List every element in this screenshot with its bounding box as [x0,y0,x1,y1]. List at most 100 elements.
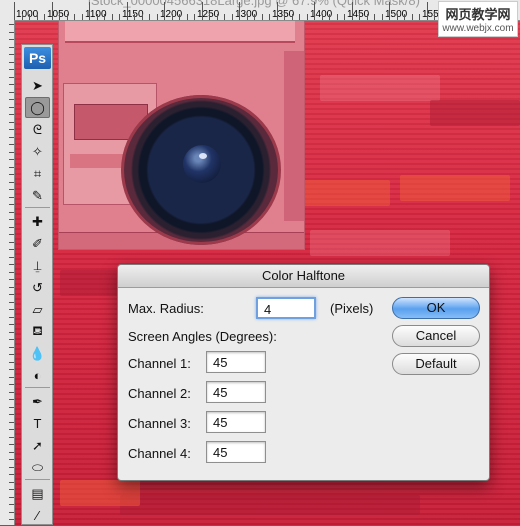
dialog-title: Color Halftone [261,268,346,283]
ruler-label: 1150 [122,9,144,20]
ruler-tick [381,14,383,20]
ruler-tick [9,241,14,243]
channel-1-label: Channel 1: [128,356,191,371]
ruler-tick [9,519,14,520]
eraser-tool-icon[interactable]: ▱ [25,299,50,320]
ruler-tick [396,14,398,20]
ruler-tick [9,354,14,355]
ruler-tick [426,2,428,20]
elliptical-marquee-tool-icon[interactable]: ◯ [25,97,50,118]
ruler-tick [269,14,270,20]
ruler-tick [434,14,435,20]
move-tool-icon[interactable]: ➤ [25,75,50,96]
crop-tool-icon[interactable]: ⌗ [25,163,50,184]
ruler-tick [246,14,248,20]
dialog-titlebar[interactable]: Color Halftone [118,265,489,288]
ruler-tick [299,14,300,20]
ruler-tick [9,301,14,303]
eyedropper-tool-icon[interactable]: ⁄ [25,505,50,526]
channel-2-input[interactable]: 45 [206,381,266,403]
ruler-tick [111,14,113,20]
path-selection-tool-icon[interactable]: ➚ [25,435,50,456]
ruler-tick [9,106,14,108]
healing-brush-tool-icon[interactable]: ✚ [25,211,50,232]
ruler-tick [344,14,345,20]
ruler-tick [9,54,14,55]
ruler-tick [9,399,14,400]
ruler-tick [366,14,368,20]
notes-tool-icon[interactable]: ▤ [25,483,50,504]
ruler-tick [9,466,14,468]
ruler-tick [119,14,120,20]
ruler-tick [9,346,14,348]
ruler-label: 1000 [16,9,39,20]
ruler-tick [9,376,14,378]
ruler-tick [194,14,195,20]
screen-angles-label: Screen Angles (Degrees): [128,329,277,344]
shape-tool-icon[interactable]: ⬭ [25,457,50,478]
ruler-tick [254,14,255,20]
ruler-tick [171,14,173,20]
tool-separator [25,479,50,480]
channel-3-input[interactable]: 45 [206,411,266,433]
channel-1-input[interactable]: 45 [206,351,266,373]
ruler-tick [411,14,413,20]
magic-wand-tool-icon[interactable]: ✧ [25,141,50,162]
ruler-tick [9,256,14,258]
ok-button[interactable]: OK [392,297,480,319]
ruler-tick [419,14,420,20]
ruler-tick [239,2,240,20]
channel-4-input[interactable]: 45 [206,441,266,463]
watermark-logo: 网页教学网 www.webjx.com [438,1,518,37]
cancel-button[interactable]: Cancel [392,325,480,347]
max-radius-input[interactable]: 4 [256,297,316,319]
type-tool-icon[interactable]: T [25,413,50,434]
ruler-tick [9,129,14,130]
ruler-tick [9,196,14,198]
ruler-tick [134,14,135,20]
ruler-tick [9,489,14,490]
brush-tool-icon[interactable]: ✐ [25,233,50,254]
ruler-tick [81,14,83,20]
ruler-tick [9,181,14,183]
ruler-tick [201,2,203,20]
slice-tool-icon[interactable]: ✎ [25,185,50,206]
ruler-tick [104,14,105,20]
ruler-tick [9,84,14,85]
ruler-tick [9,481,14,483]
history-brush-tool-icon[interactable]: ↺ [25,277,50,298]
ruler-tick [9,144,14,145]
ruler-tick [321,14,323,20]
ruler-tick [314,2,315,20]
left-ruler[interactable] [0,20,15,525]
clone-stamp-tool-icon[interactable]: ⍊ [25,255,50,276]
ruler-tick [284,14,285,20]
default-button[interactable]: Default [392,353,480,375]
ruler-tick [9,324,14,325]
ruler-tick [9,46,14,48]
ruler-tick [9,294,14,295]
ruler-tick [9,24,14,25]
ruler-tick [141,14,143,20]
ruler-tick [9,406,14,408]
blur-tool-icon[interactable]: 💧 [25,343,50,364]
ruler-tick [9,151,14,153]
ruler-tick [9,76,14,78]
ruler-tick [9,286,14,288]
pen-tool-icon[interactable]: ✒ [25,391,50,412]
ruler-tick [9,496,14,498]
ruler-tick [276,2,278,20]
document-title: iStock_000004566318Large.jpg @ 67.9% (Qu… [88,0,420,8]
lasso-tool-icon[interactable]: ᘓ [25,119,50,140]
ruler-tick [9,474,14,475]
ruler-tick [9,429,14,430]
paint-bucket-tool-icon[interactable]: ⛾ [25,321,50,342]
channel-4-label: Channel 4: [128,446,191,461]
ruler-tick [14,2,15,20]
ruler-tick [9,226,14,228]
photoshop-logo[interactable]: Ps [24,47,51,69]
ruler-tick [9,219,14,220]
ruler-tick [164,2,165,20]
channel-2-label: Channel 2: [128,386,191,401]
dodge-tool-icon[interactable]: ◐ [25,365,50,386]
